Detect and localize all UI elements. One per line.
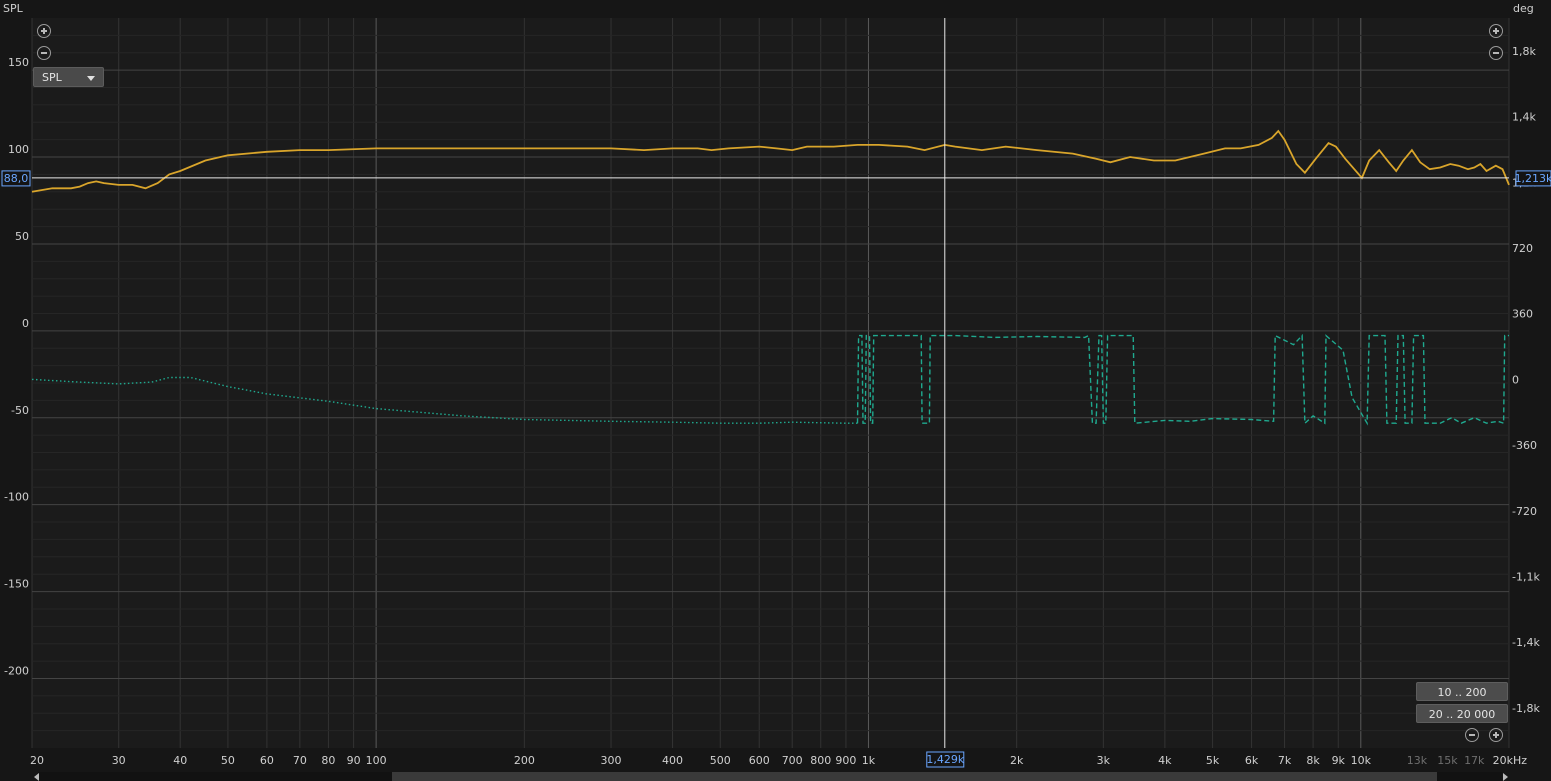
x-tick-label: 20kHz xyxy=(1493,754,1528,767)
x-tick-label: 200 xyxy=(514,754,535,767)
right-tick-label: -1,8k xyxy=(1512,702,1540,715)
x-tick-label: 4k xyxy=(1158,754,1172,767)
x-tick-label: 300 xyxy=(601,754,622,767)
right-tick-label: -360 xyxy=(1512,439,1537,452)
right-tick-label: -1,1k xyxy=(1512,570,1540,583)
cursor-phase-label: 1,213k xyxy=(1515,172,1551,185)
x-tick-label: 7k xyxy=(1278,754,1292,767)
left-tick-label: 100 xyxy=(8,143,29,156)
scroll-left-icon[interactable] xyxy=(34,773,39,781)
x-tick-label: 900 xyxy=(835,754,856,767)
y-range-button[interactable]: 10 .. 200 xyxy=(1416,682,1508,701)
right-tick-label: -1,4k xyxy=(1512,636,1540,649)
x-tick-label: 100 xyxy=(366,754,387,767)
x-tick-label: 600 xyxy=(749,754,770,767)
left-tick-label: -150 xyxy=(4,578,29,591)
cursor-spl-label: 88,0 xyxy=(4,172,29,185)
x-tick-label: 8k xyxy=(1306,754,1320,767)
x-tick-label: 9k xyxy=(1332,754,1346,767)
zoom-out-icon[interactable] xyxy=(1489,46,1503,60)
x-tick-label: 3k xyxy=(1097,754,1111,767)
x-tick-label: 700 xyxy=(782,754,803,767)
x-tick-label: 20 xyxy=(30,754,44,767)
x-tick-label: 70 xyxy=(293,754,307,767)
x-tick-label: 5k xyxy=(1206,754,1220,767)
right-tick-label: 360 xyxy=(1512,308,1533,321)
left-tick-label: -100 xyxy=(4,491,29,504)
x-tick-label: 17k xyxy=(1464,754,1485,767)
measurement-select[interactable]: SPL xyxy=(33,67,104,87)
x-tick-label: 60 xyxy=(260,754,274,767)
zoom-in-icon[interactable] xyxy=(1489,728,1503,742)
right-axis-title: deg xyxy=(1513,2,1534,15)
right-tick-label: 1,4k xyxy=(1512,111,1536,124)
scroll-right-icon[interactable] xyxy=(1503,773,1508,781)
right-tick-label: -720 xyxy=(1512,505,1537,518)
x-tick-label: 800 xyxy=(810,754,831,767)
zoom-out-icon[interactable] xyxy=(1465,728,1479,742)
x-tick-label: 6k xyxy=(1245,754,1259,767)
left-axis-title: SPL xyxy=(3,2,24,15)
chevron-down-icon xyxy=(87,76,95,81)
x-tick-label: 400 xyxy=(662,754,683,767)
left-tick-label: 0 xyxy=(22,317,29,330)
left-tick-label: 50 xyxy=(15,230,29,243)
zoom-in-icon[interactable] xyxy=(1489,24,1503,38)
x-tick-label: 13k xyxy=(1407,754,1428,767)
left-tick-label: -50 xyxy=(11,404,29,417)
x-tick-label: 50 xyxy=(221,754,235,767)
zoom-out-icon[interactable] xyxy=(37,46,51,60)
scrollbar-thumb[interactable] xyxy=(392,772,1437,781)
x-tick-label: 80 xyxy=(321,754,335,767)
x-tick-label: 2k xyxy=(1010,754,1024,767)
right-tick-label: 0 xyxy=(1512,373,1519,386)
x-range-button[interactable]: 20 .. 20 000 xyxy=(1416,704,1508,723)
x-tick-label: 1k xyxy=(862,754,876,767)
measurement-select-label: SPL xyxy=(42,71,62,84)
x-tick-label: 90 xyxy=(347,754,361,767)
x-tick-label: 15k xyxy=(1437,754,1458,767)
left-tick-label: -200 xyxy=(4,664,29,677)
x-tick-label: 500 xyxy=(710,754,731,767)
right-tick-label: 1,8k xyxy=(1512,45,1536,58)
x-tick-label: 10k xyxy=(1351,754,1372,767)
right-tick-label: 720 xyxy=(1512,242,1533,255)
x-tick-label: 40 xyxy=(173,754,187,767)
cursor-frequency-label: 1,429k xyxy=(926,753,964,766)
frequency-response-graph[interactable]: 20 30 40 50 60 70 80 90 100 200 300 400 500 600 700 800… xyxy=(0,0,1551,781)
zoom-in-icon[interactable] xyxy=(37,24,51,38)
left-tick-label: 150 xyxy=(8,56,29,69)
x-tick-label: 30 xyxy=(112,754,126,767)
